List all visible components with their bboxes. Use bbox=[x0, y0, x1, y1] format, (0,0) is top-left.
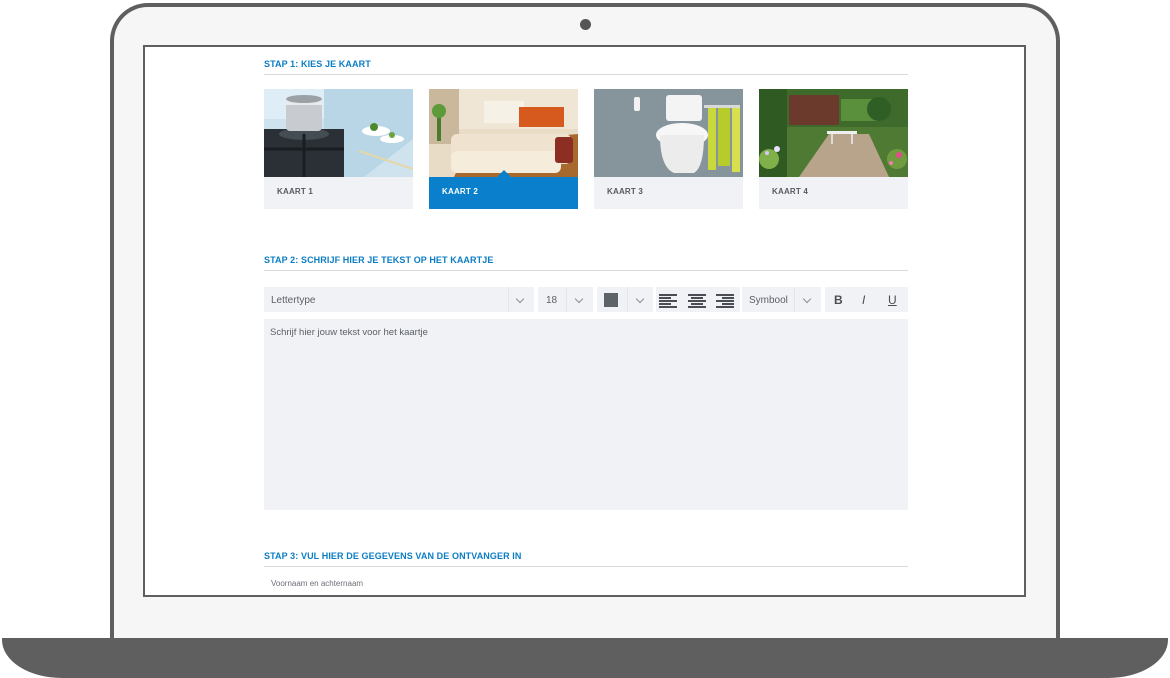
selected-pointer bbox=[497, 170, 511, 177]
card-option-2[interactable]: KAART 2 bbox=[429, 89, 578, 209]
symbol-select[interactable]: Symbool bbox=[742, 287, 821, 312]
card-picker: KAART 1 KAART 2 KAART 3 KAART 4 bbox=[264, 89, 908, 209]
symbol-select-value: Symbool bbox=[749, 295, 788, 306]
align-left-icon[interactable] bbox=[659, 294, 677, 308]
card-label: KAART 4 bbox=[772, 187, 809, 196]
divider bbox=[627, 287, 628, 312]
chevron-down-icon bbox=[574, 294, 584, 304]
chevron-down-icon bbox=[515, 294, 525, 304]
step1-title: STAP 1: KIES JE KAART bbox=[264, 59, 908, 75]
chevron-down-icon bbox=[635, 294, 645, 304]
step3-title: STAP 3: VUL HIER DE GEGEVENS VAN DE ONTV… bbox=[264, 551, 908, 567]
alignment-group bbox=[656, 287, 740, 312]
size-select[interactable]: 18 bbox=[538, 287, 593, 312]
editor-placeholder: Schrijf hier jouw tekst voor het kaartje bbox=[270, 327, 428, 338]
size-select-value: 18 bbox=[546, 295, 558, 306]
bathroom-photo bbox=[594, 89, 743, 177]
step2-title: STAP 2: SCHRIJF HIER JE TEKST OP HET KAA… bbox=[264, 255, 908, 271]
divider bbox=[566, 287, 567, 312]
divider bbox=[508, 287, 509, 312]
card-label: KAART 1 bbox=[277, 187, 314, 196]
color-swatch bbox=[604, 293, 618, 307]
garden-photo bbox=[759, 89, 908, 177]
font-select[interactable]: Lettertype bbox=[264, 287, 534, 312]
name-field-label: Voornaam en achternaam bbox=[271, 579, 364, 588]
laptop-screen: STAP 1: KIES JE KAART KAART 1 KAART 2 KA… bbox=[143, 45, 1026, 597]
color-select[interactable] bbox=[597, 287, 653, 312]
card-option-1[interactable]: KAART 1 bbox=[264, 89, 413, 209]
bold-button[interactable]: B bbox=[834, 293, 843, 307]
card-label: KAART 2 bbox=[442, 187, 479, 196]
card-option-3[interactable]: KAART 3 bbox=[594, 89, 743, 209]
card-text-editor[interactable]: Schrijf hier jouw tekst voor het kaartje bbox=[264, 319, 908, 510]
card-label: KAART 3 bbox=[607, 187, 644, 196]
font-select-value: Lettertype bbox=[271, 295, 316, 306]
laptop-base bbox=[2, 638, 1168, 678]
align-right-icon[interactable] bbox=[716, 294, 734, 308]
format-group: B I U bbox=[825, 287, 908, 312]
text-toolbar: Lettertype 18 Symbool B I U bbox=[264, 287, 908, 312]
align-center-icon[interactable] bbox=[688, 294, 706, 308]
kitchen-photo bbox=[264, 89, 413, 177]
chevron-down-icon bbox=[802, 294, 812, 304]
living-room-photo bbox=[429, 89, 578, 177]
divider bbox=[794, 287, 795, 312]
camera-icon bbox=[580, 19, 591, 30]
italic-button[interactable]: I bbox=[862, 293, 865, 307]
card-option-4[interactable]: KAART 4 bbox=[759, 89, 908, 209]
underline-button[interactable]: U bbox=[888, 293, 897, 307]
